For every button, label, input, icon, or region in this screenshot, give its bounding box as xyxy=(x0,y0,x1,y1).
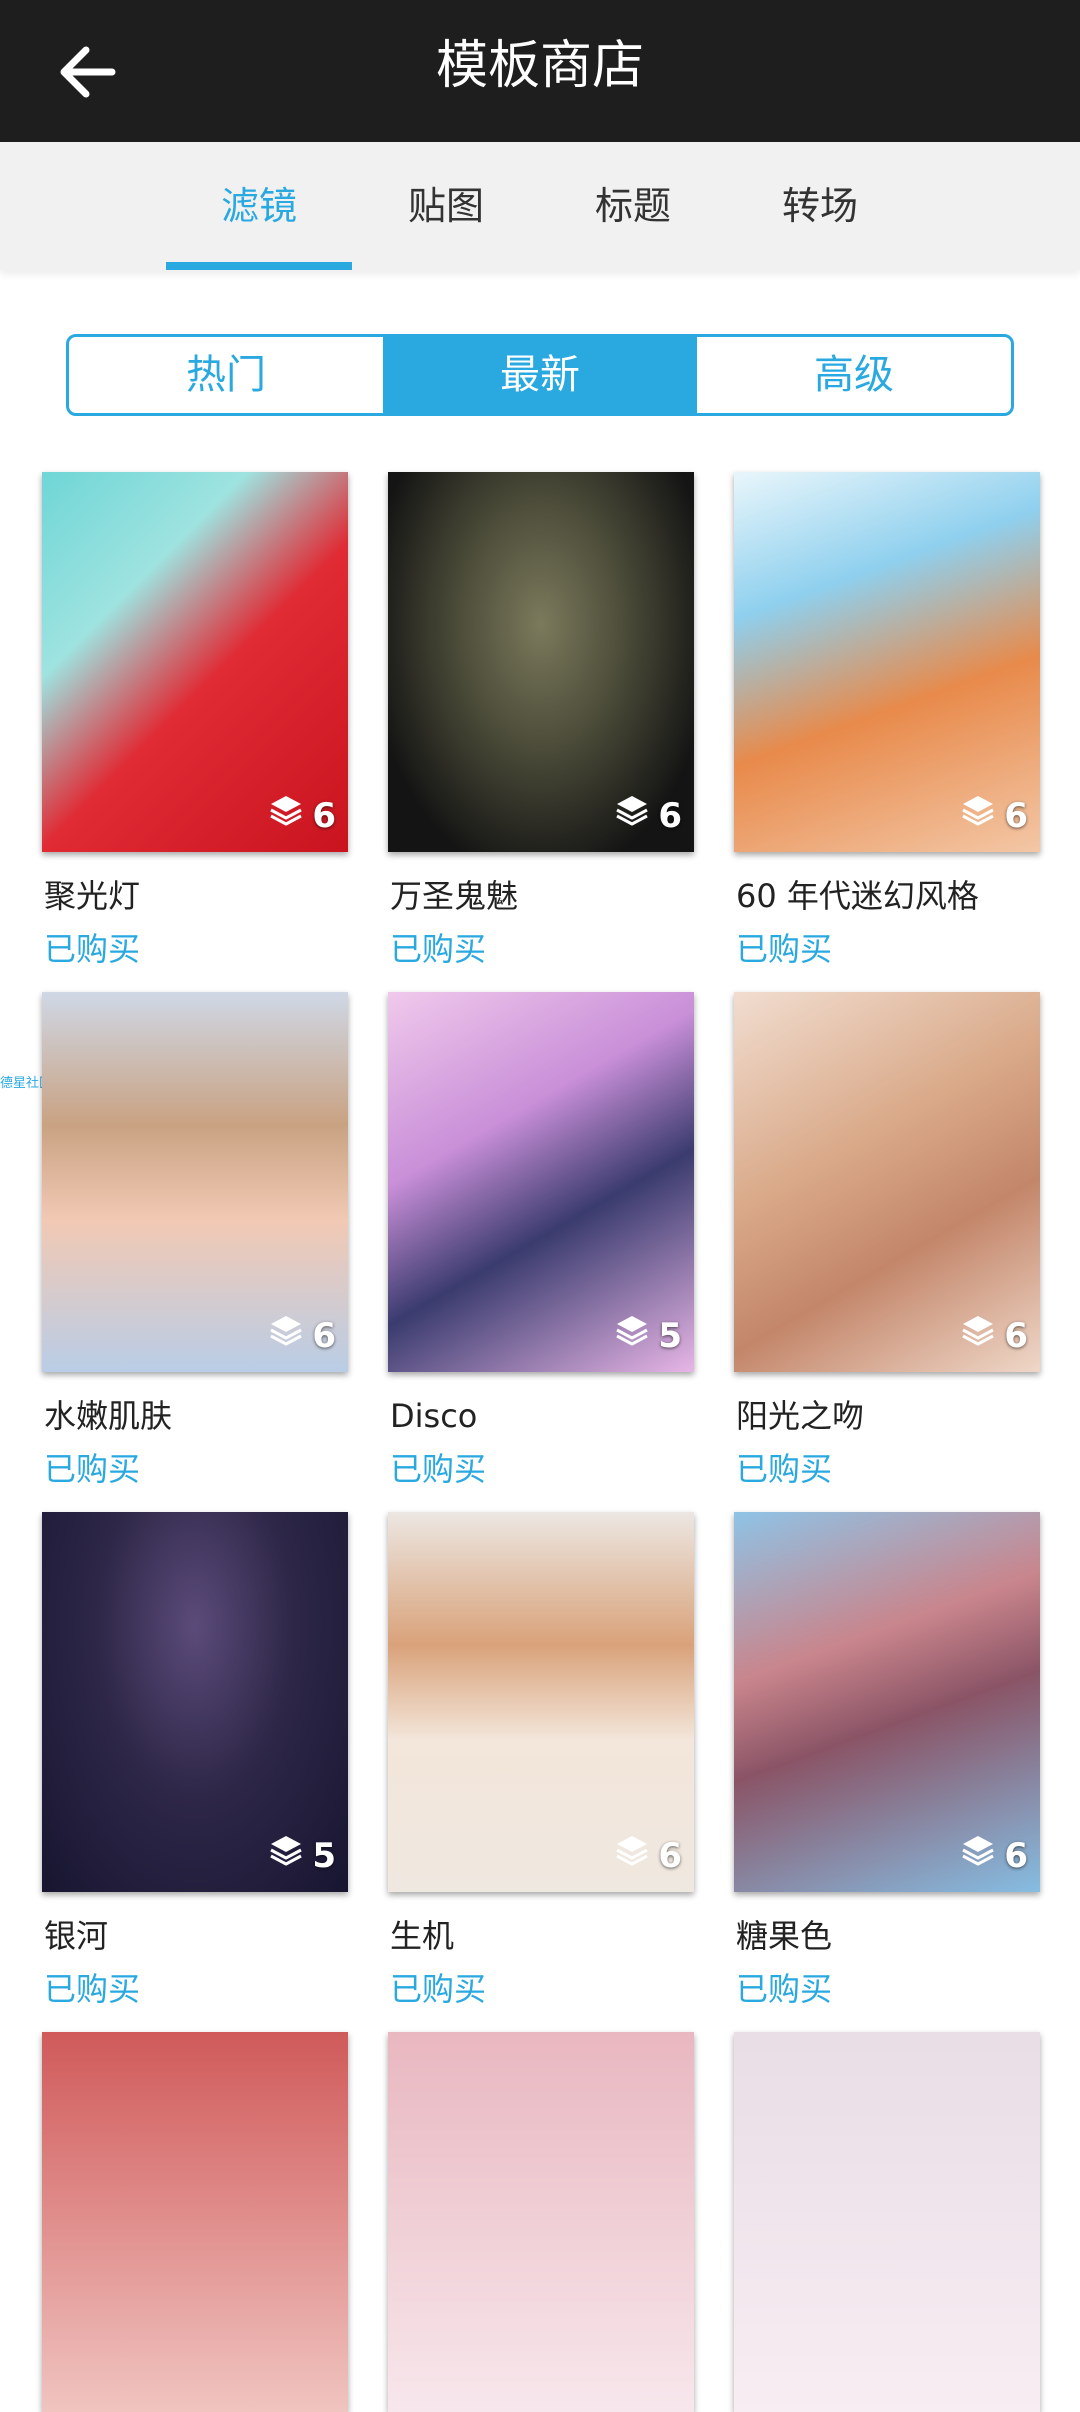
template-name: 万圣鬼魅 xyxy=(390,877,519,915)
layer-count-badge: 6 xyxy=(268,793,336,838)
layer-count: 6 xyxy=(1004,1835,1028,1876)
layers-icon xyxy=(614,793,658,838)
template-name: Disco xyxy=(390,1397,478,1435)
layers-icon xyxy=(268,1313,312,1358)
template-thumbnail: 6 xyxy=(388,472,694,852)
layer-count-badge: 6 xyxy=(960,1833,1028,1878)
sort-segmented-control: 热门 最新 高级 xyxy=(66,334,1014,416)
layer-count-badge: 6 xyxy=(614,1833,682,1878)
layer-count: 6 xyxy=(312,1315,336,1356)
template-name: 60 年代迷幻风格 xyxy=(736,877,979,915)
layer-count-badge: 6 xyxy=(960,793,1028,838)
layers-icon xyxy=(268,793,312,838)
purchase-status: 已购买 xyxy=(736,1970,833,2008)
segment-premium[interactable]: 高级 xyxy=(697,337,1011,413)
purchase-status: 已购买 xyxy=(390,930,487,968)
template-name: 水嫩肌肤 xyxy=(44,1397,173,1435)
template-name: 糖果色 xyxy=(736,1917,833,1955)
category-tab-bar: 滤镜 贴图 标题 转场 xyxy=(0,142,1080,270)
layer-count: 6 xyxy=(658,1835,682,1876)
page-title: 模板商店 xyxy=(435,36,644,96)
layer-count: 6 xyxy=(312,795,336,836)
tab-transitions[interactable]: 转场 xyxy=(727,142,913,270)
template-name: 阳光之吻 xyxy=(736,1397,865,1435)
layer-count: 6 xyxy=(1004,1315,1028,1356)
layer-count: 6 xyxy=(658,795,682,836)
purchase-status: 已购买 xyxy=(736,1450,833,1488)
template-thumbnail: 6 xyxy=(388,1512,694,1892)
layer-count: 6 xyxy=(1004,795,1028,836)
template-thumbnail: 6 xyxy=(42,992,348,1372)
layers-icon xyxy=(268,1833,312,1878)
layers-icon xyxy=(614,1313,658,1358)
layer-count-badge: 5 xyxy=(268,1833,336,1878)
template-thumbnail: 5 xyxy=(42,1512,348,1892)
template-thumbnail xyxy=(734,2032,1040,2412)
template-name: 生机 xyxy=(390,1917,455,1955)
tab-filters[interactable]: 滤镜 xyxy=(166,142,352,270)
layer-count: 5 xyxy=(312,1835,336,1876)
template-thumbnail: 6 xyxy=(734,472,1040,852)
template-thumbnail: 6 xyxy=(734,1512,1040,1892)
layer-count-badge: 5 xyxy=(614,1313,682,1358)
purchase-status: 已购买 xyxy=(44,1450,141,1488)
tab-titles[interactable]: 标题 xyxy=(540,142,726,270)
layers-icon xyxy=(960,793,1004,838)
template-thumbnail: 6 xyxy=(734,992,1040,1372)
layer-count-badge: 6 xyxy=(960,1313,1028,1358)
layers-icon xyxy=(614,1833,658,1878)
template-thumbnail xyxy=(42,2032,348,2412)
top-bar: 模板商店 xyxy=(0,0,1080,142)
template-name: 聚光灯 xyxy=(44,877,141,915)
purchase-status: 已购买 xyxy=(44,930,141,968)
tab-stickers[interactable]: 贴图 xyxy=(353,142,539,270)
layer-count-badge: 6 xyxy=(614,793,682,838)
template-thumbnail: 6 xyxy=(42,472,348,852)
purchase-status: 已购买 xyxy=(736,930,833,968)
purchase-status: 已购买 xyxy=(390,1970,487,2008)
layers-icon xyxy=(960,1833,1004,1878)
layer-count-badge: 6 xyxy=(268,1313,336,1358)
layers-icon xyxy=(960,1313,1004,1358)
layer-count: 5 xyxy=(658,1315,682,1356)
template-thumbnail xyxy=(388,2032,694,2412)
template-name: 银河 xyxy=(44,1917,109,1955)
template-thumbnail: 5 xyxy=(388,992,694,1372)
segment-newest[interactable]: 最新 xyxy=(383,337,697,413)
purchase-status: 已购买 xyxy=(44,1970,141,2008)
segment-popular[interactable]: 热门 xyxy=(69,337,383,413)
purchase-status: 已购买 xyxy=(390,1450,487,1488)
